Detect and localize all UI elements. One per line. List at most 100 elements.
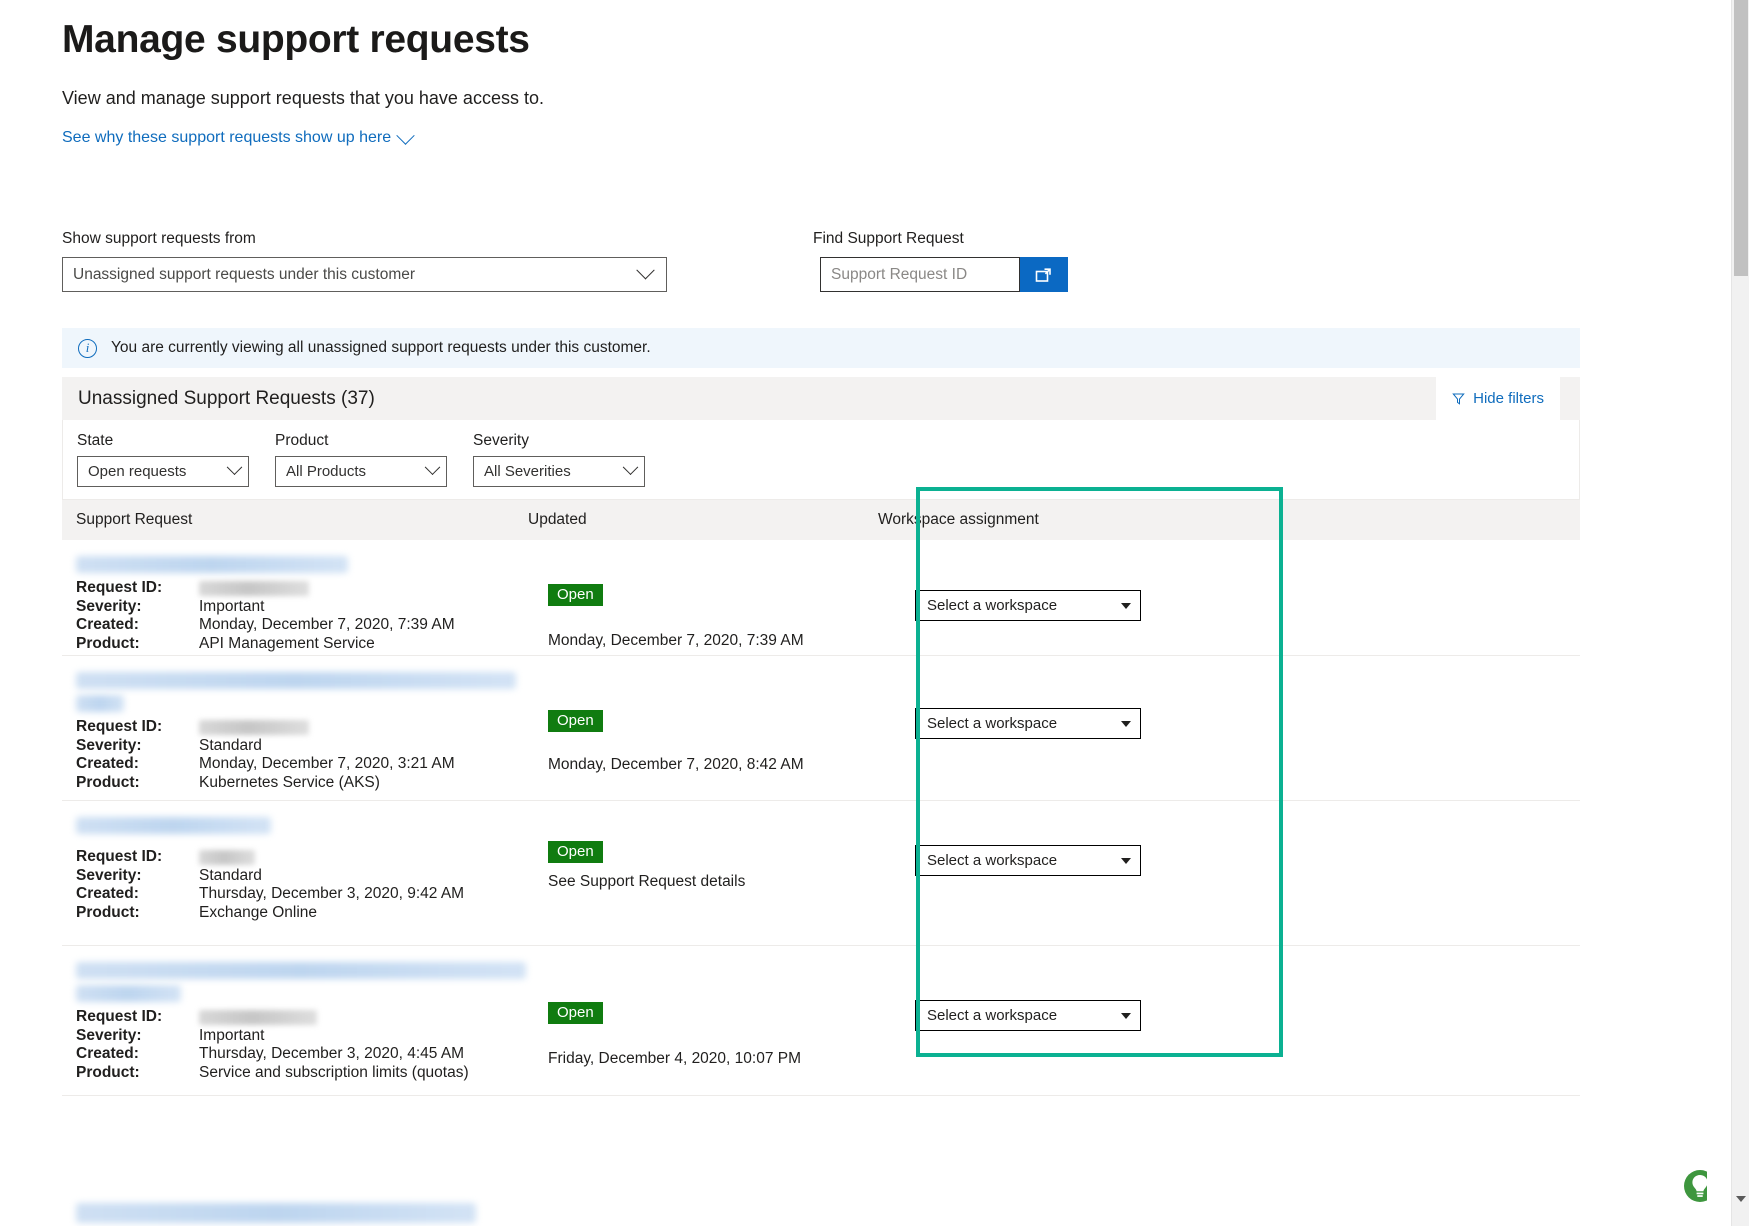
funnel-icon: [1452, 393, 1465, 405]
table-row: Request ID: Severity: Important Created: M…: [62, 540, 1580, 656]
chevron-down-icon: [1121, 602, 1131, 609]
page-root: Manage support requests View and manage …: [0, 0, 1749, 1226]
row-workspace-cell: Select a workspace: [868, 656, 1228, 800]
info-banner: i You are currently viewing all unassign…: [62, 328, 1580, 368]
row-updated-cell: Open Friday, December 4, 2020, 10:07 PM: [528, 946, 868, 1095]
label-created: Created:: [76, 616, 139, 633]
row-workspace-cell: Select a workspace: [868, 540, 1228, 655]
workspace-select[interactable]: Select a workspace: [915, 845, 1141, 876]
request-title-redacted-line2[interactable]: [76, 695, 124, 712]
row-updated-details-link[interactable]: See Support Request details: [548, 873, 745, 891]
table-row: Request ID: Severity: Important Created: T…: [62, 946, 1580, 1096]
page-subtitle: View and manage support requests that yo…: [62, 88, 544, 108]
table-row: Request ID: Severity: Standard Created: Mo…: [62, 656, 1580, 801]
filter-state-label: State: [77, 432, 114, 449]
row-support-request-cell: Request ID: Severity: Standard Created: Mo…: [62, 656, 528, 800]
row-updated: Monday, December 7, 2020, 7:39 AM: [548, 632, 804, 649]
request-title-redacted[interactable]: [76, 817, 271, 834]
workspace-select[interactable]: Select a workspace: [915, 590, 1141, 621]
chevron-down-icon: [1121, 857, 1131, 864]
row-product: Service and subscription limits (quotas): [199, 1063, 469, 1081]
label-created: Created:: [76, 885, 139, 902]
chevron-down-icon: [424, 459, 441, 476]
request-id-redacted: [199, 720, 309, 735]
workspace-select[interactable]: Select a workspace: [915, 1000, 1141, 1031]
request-title-redacted-line2[interactable]: [76, 985, 181, 1002]
row-severity: Standard: [199, 866, 262, 884]
hide-filters-button[interactable]: Hide filters: [1436, 377, 1560, 420]
hide-filters-label: Hide filters: [1473, 390, 1544, 407]
request-title-redacted[interactable]: [76, 556, 348, 573]
request-title-redacted[interactable]: [76, 672, 516, 689]
status-badge: Open: [548, 710, 603, 732]
show-from-value: Unassigned support requests under this c…: [73, 265, 416, 283]
open-in-new-window-icon: [1035, 267, 1051, 282]
find-request-input[interactable]: [820, 257, 1020, 292]
feedback-button[interactable]: [1678, 1164, 1707, 1212]
row-updated: Monday, December 7, 2020, 8:42 AM: [548, 756, 804, 773]
filter-state-value: Open requests: [88, 463, 187, 480]
label-request-id: Request ID:: [76, 1008, 163, 1025]
label-product: Product:: [76, 773, 140, 791]
card-header: Unassigned Support Requests (37) Hide fi…: [62, 377, 1580, 420]
column-workspace-assignment: Workspace assignment: [878, 511, 1039, 528]
row-severity: Important: [199, 1026, 265, 1044]
workspace-select-value: Select a workspace: [927, 1007, 1058, 1024]
row-workspace-cell: Select a workspace: [868, 946, 1228, 1095]
filter-product: Product All Products: [275, 432, 447, 487]
row-severity: Standard: [199, 736, 262, 754]
label-request-id: Request ID:: [76, 718, 163, 735]
chevron-down-icon: [396, 125, 415, 145]
table-column-header: Support Request Updated Workspace assign…: [62, 499, 1580, 540]
workspace-select-value: Select a workspace: [927, 852, 1058, 869]
filter-product-value: All Products: [286, 463, 367, 480]
request-id-redacted: [199, 850, 255, 865]
info-banner-text: You are currently viewing all unassigned…: [111, 339, 651, 356]
workspace-select-value: Select a workspace: [927, 597, 1058, 614]
see-why-link-label: See why these support requests show up h…: [62, 129, 392, 146]
status-badge: Open: [548, 584, 603, 606]
label-created: Created:: [76, 755, 139, 772]
request-title-redacted-partial[interactable]: [76, 1203, 476, 1223]
find-request-label: Find Support Request: [813, 230, 964, 247]
label-request-id: Request ID:: [76, 579, 163, 596]
scrollbar-thumb[interactable]: [1734, 0, 1748, 276]
chevron-down-icon: [1121, 1012, 1131, 1019]
label-severity: Severity:: [76, 866, 142, 884]
table-row: Request ID: Severity: Standard Created: Th…: [62, 801, 1580, 946]
filter-state-select[interactable]: Open requests: [77, 456, 249, 487]
chevron-down-icon: [1121, 720, 1131, 727]
filter-severity-value: All Severities: [484, 463, 571, 480]
row-support-request-cell: Request ID: Severity: Important Created: T…: [62, 946, 528, 1095]
row-updated-cell: Open Monday, December 7, 2020, 7:39 AM: [528, 540, 868, 655]
row-created: Monday, December 7, 2020, 7:39 AM: [199, 616, 455, 633]
row-workspace-cell: Select a workspace: [868, 801, 1228, 945]
label-product: Product:: [76, 903, 140, 921]
request-title-redacted[interactable]: [76, 962, 526, 979]
scroll-down-icon[interactable]: [1736, 1196, 1746, 1202]
status-badge: Open: [548, 841, 603, 863]
label-severity: Severity:: [76, 597, 142, 615]
workspace-select-value: Select a workspace: [927, 715, 1058, 732]
filter-product-select[interactable]: All Products: [275, 456, 447, 487]
vertical-scrollbar[interactable]: [1731, 0, 1749, 1226]
show-from-label: Show support requests from: [62, 230, 256, 247]
row-updated-cell: Open Monday, December 7, 2020, 8:42 AM: [528, 656, 868, 800]
workspace-select[interactable]: Select a workspace: [915, 708, 1141, 739]
filter-severity-select[interactable]: All Severities: [473, 456, 645, 487]
label-severity: Severity:: [76, 736, 142, 754]
label-created: Created:: [76, 1045, 139, 1062]
see-why-link[interactable]: See why these support requests show up h…: [62, 125, 415, 147]
row-support-request-cell: Request ID: Severity: Important Created: M…: [62, 540, 528, 655]
card-title: Unassigned Support Requests (37): [78, 387, 375, 409]
show-from-select[interactable]: Unassigned support requests under this c…: [62, 257, 667, 292]
row-created: Thursday, December 3, 2020, 9:42 AM: [199, 885, 465, 902]
label-product: Product:: [76, 1063, 140, 1081]
filters-row: State Open requests Product All Products…: [62, 420, 1580, 499]
page-title: Manage support requests: [62, 18, 530, 61]
row-created: Monday, December 7, 2020, 3:21 AM: [199, 755, 455, 772]
find-request-button[interactable]: [1020, 257, 1068, 292]
row-severity: Important: [199, 597, 265, 615]
row-updated: Friday, December 4, 2020, 10:07 PM: [548, 1050, 802, 1067]
row-support-request-cell: Request ID: Severity: Standard Created: Th…: [62, 801, 528, 945]
